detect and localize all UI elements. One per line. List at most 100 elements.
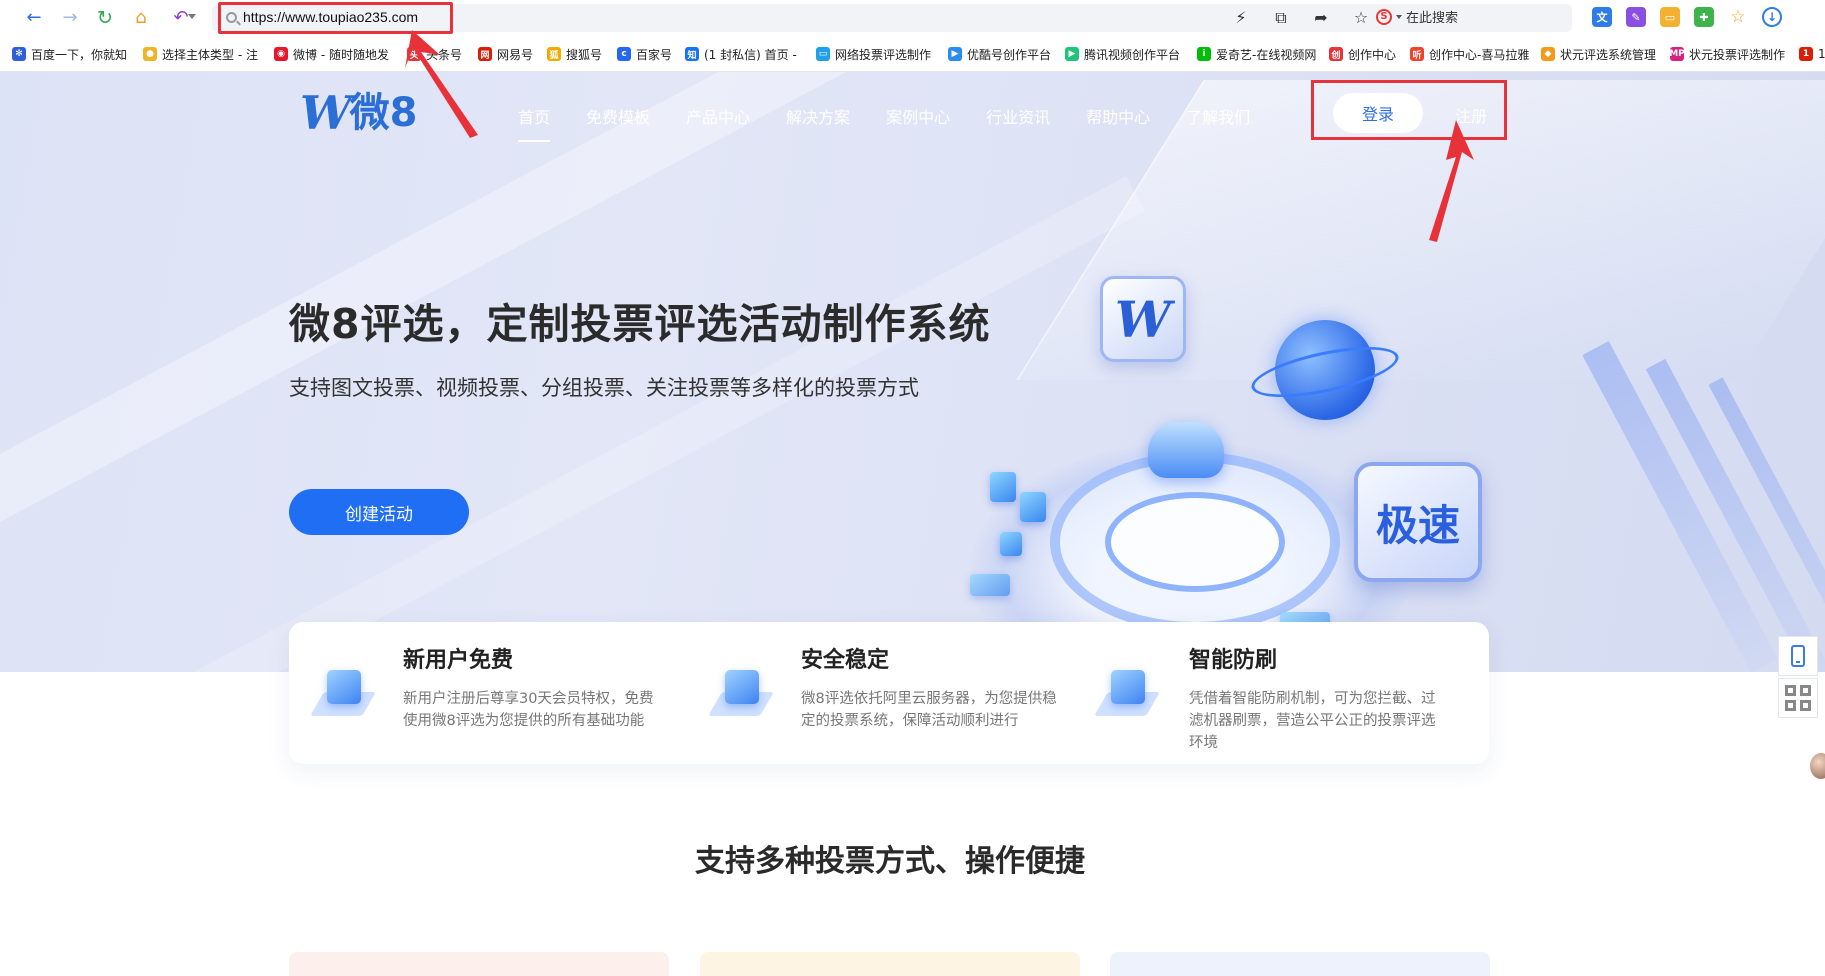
bookmark-item[interactable]: ▭ 网络投票评选制作 bbox=[816, 45, 931, 63]
bookmark-item[interactable]: ● 选择主体类型 - 注 bbox=[143, 45, 258, 63]
customer-service-avatar[interactable] bbox=[1808, 751, 1825, 781]
bookmark-item[interactable]: MP 状元投票评选制作 bbox=[1669, 45, 1786, 63]
platform-ring-inner bbox=[1105, 492, 1285, 592]
bookmark-label: 网易号 bbox=[497, 47, 534, 62]
browser-toolbar: ← → ↻ ⌂ ↶ https://www.toupiao235.com ⚡ ⧉… bbox=[0, 0, 1825, 36]
security-icon bbox=[708, 666, 774, 722]
download-icon[interactable]: ↓ bbox=[1762, 7, 1782, 27]
back-arrow-icon[interactable]: ← bbox=[22, 6, 46, 30]
feature-title: 安全稳定 bbox=[801, 648, 890, 673]
bookmark-favicon-icon: ▶ bbox=[948, 47, 962, 61]
main-nav: 首页 免费模板 产品中心 解决方案 案例中心 行业资讯 帮助中心 了解我们 bbox=[500, 104, 1268, 142]
nav-about[interactable]: 了解我们 bbox=[1168, 104, 1268, 128]
site-logo[interactable]: W 微8 bbox=[300, 90, 418, 136]
bookmark-item[interactable]: 狐搜狐号 bbox=[547, 45, 602, 63]
bookmark-item[interactable]: 知 (1 封私信) 首页 - bbox=[685, 45, 797, 63]
nav-solutions[interactable]: 解决方案 bbox=[768, 104, 868, 128]
feature-item: 安全稳定 微8评选依托阿里云服务器，为您提供稳定的投票系统，保障活动顺利进行 bbox=[708, 622, 1091, 764]
bookmark-favicon-icon: 狐 bbox=[547, 47, 561, 61]
bookmark-favicon-icon: i bbox=[1197, 47, 1211, 61]
folder-extension-icon[interactable]: ▭ bbox=[1660, 7, 1680, 27]
nav-home[interactable]: 首页 bbox=[500, 104, 568, 142]
data-block-icon bbox=[970, 574, 1010, 596]
features-card: 新用户免费 新用户注册后尊享30天会员特权，免费使用微8评选为您提供的所有基础功… bbox=[289, 622, 1489, 764]
bookmark-favicon-icon: ● bbox=[143, 47, 157, 61]
server-block-icon bbox=[1020, 492, 1046, 522]
bookmark-label: 状元评选系统管理 bbox=[1560, 47, 1657, 62]
mobile-phone-widget[interactable] bbox=[1778, 636, 1818, 676]
bookmark-favicon-icon: ◆ bbox=[1541, 47, 1555, 61]
nav-cases[interactable]: 案例中心 bbox=[868, 104, 968, 128]
home-icon[interactable]: ⌂ bbox=[129, 6, 153, 30]
bookmark-item[interactable]: 网网易号 bbox=[478, 45, 533, 63]
feature-description: 新用户注册后尊享30天会员特权，免费使用微8评选为您提供的所有基础功能 bbox=[403, 691, 654, 729]
puzzle-extension-icon[interactable]: ✚ bbox=[1694, 7, 1714, 27]
bookmark-item[interactable]: ◉ 微博 - 随时随地发 bbox=[274, 45, 389, 63]
nav-industry-news[interactable]: 行业资讯 bbox=[968, 104, 1068, 128]
search-engine-caret-icon[interactable] bbox=[1396, 14, 1402, 19]
bookmark-label: 创作中心-喜马拉雅 bbox=[1429, 47, 1530, 62]
bookmark-favicon-icon: 头 bbox=[407, 47, 421, 61]
bookmark-item[interactable]: ◆ 状元评选系统管理 bbox=[1541, 45, 1656, 63]
create-activity-button[interactable]: 创建活动 bbox=[289, 489, 469, 535]
bookmark-item[interactable]: ▶ 腾讯视频创作平台 bbox=[1065, 45, 1180, 63]
reload-icon[interactable]: ↻ bbox=[93, 6, 117, 30]
bookmark-item[interactable]: i 爱奇艺-在线视频网 bbox=[1197, 45, 1316, 63]
bookmark-label: 1. bbox=[1818, 47, 1825, 61]
section-title: 支持多种投票方式、操作便捷 bbox=[695, 844, 1085, 879]
nav-help[interactable]: 帮助中心 bbox=[1068, 104, 1168, 128]
nav-free-templates[interactable]: 免费模板 bbox=[568, 104, 668, 128]
qr-code-icon bbox=[1785, 685, 1811, 711]
voting-type-card[interactable] bbox=[700, 952, 1080, 976]
logo-text: 微8 bbox=[349, 90, 418, 136]
nav-products[interactable]: 产品中心 bbox=[668, 104, 768, 128]
feature-title: 智能防刷 bbox=[1189, 648, 1278, 673]
feature-description: 凭借着智能防刷机制，可为您拦截、过滤机器刷票，营造公平公正的投票评选环境 bbox=[1189, 691, 1436, 751]
star-bookmark-icon[interactable]: ☆ bbox=[1350, 8, 1372, 28]
bookmark-label: 爱奇艺-在线视频网 bbox=[1216, 47, 1317, 62]
search-engine-box[interactable]: S 在此搜索 bbox=[1376, 7, 1458, 26]
anti-fraud-icon bbox=[1094, 666, 1160, 722]
forward-arrow-icon[interactable]: → bbox=[58, 6, 82, 30]
bookmark-label: 创作中心 bbox=[1348, 47, 1397, 62]
bookmark-favicon-icon: 听 bbox=[1410, 47, 1424, 61]
favorites-star-icon[interactable]: ☆ bbox=[1728, 7, 1748, 27]
bookmark-label: 网络投票评选制作 bbox=[835, 47, 932, 62]
feature-description: 微8评选依托阿里云服务器，为您提供稳定的投票系统，保障活动顺利进行 bbox=[801, 691, 1057, 729]
bookmark-label: 百度一下，你就知 bbox=[31, 47, 128, 62]
bookmark-favicon-icon: ◉ bbox=[274, 47, 288, 61]
edit-extension-icon[interactable]: ✎ bbox=[1626, 7, 1646, 27]
address-bar-actions: ⚡ ⧉ ➦ ☆ bbox=[1230, 8, 1372, 28]
bookmark-label: 选择主体类型 - 注 bbox=[162, 47, 258, 62]
bookmark-item[interactable]: 创创作中心 bbox=[1329, 45, 1396, 63]
hero-banner: W 微8 首页 免费模板 产品中心 解决方案 案例中心 行业资讯 帮助中心 了解… bbox=[0, 72, 1825, 672]
share-icon[interactable]: ➦ bbox=[1310, 8, 1332, 28]
lightning-icon[interactable]: ⚡ bbox=[1230, 8, 1252, 28]
voting-type-card[interactable] bbox=[289, 952, 669, 976]
search-engine-logo-icon[interactable]: S bbox=[1376, 8, 1392, 25]
bookmark-label: 状元投票评选制作 bbox=[1689, 47, 1786, 62]
bookmark-favicon-icon: 网 bbox=[478, 47, 492, 61]
bookmark-item[interactable]: ✻ 百度一下，你就知 bbox=[12, 45, 127, 63]
voting-type-card[interactable] bbox=[1110, 952, 1490, 976]
bookmark-item[interactable]: 头头条号 bbox=[407, 45, 462, 63]
feature-title: 新用户免费 bbox=[403, 648, 514, 673]
screenshot-icon[interactable]: ⧉ bbox=[1270, 8, 1292, 28]
hero-illustration: W 极速 bbox=[880, 192, 1600, 672]
search-placeholder[interactable]: 在此搜索 bbox=[1406, 7, 1458, 26]
phone-icon bbox=[1791, 645, 1805, 667]
bookmark-item[interactable]: ▶ 优酷号创作平台 bbox=[948, 45, 1051, 63]
qr-code-widget[interactable] bbox=[1778, 678, 1818, 718]
translate-extension-icon[interactable]: 文 bbox=[1592, 7, 1612, 27]
bookmark-item[interactable]: 1 1. bbox=[1799, 45, 1825, 63]
bookmark-label: 百家号 bbox=[636, 47, 673, 62]
w-badge-icon: W bbox=[1100, 276, 1186, 362]
undo-dropdown-caret-icon[interactable] bbox=[188, 14, 196, 19]
hero-subtitle: 支持图文投票、视频投票、分组投票、关注投票等多样化的投票方式 bbox=[289, 376, 919, 400]
auth-annotation-box bbox=[1311, 80, 1507, 140]
bookmark-item[interactable]: c 百家号 bbox=[617, 45, 672, 63]
bookmark-favicon-icon: ▶ bbox=[1065, 47, 1079, 61]
feature-item: 智能防刷 凭借着智能防刷机制，可为您拦截、过滤机器刷票，营造公平公正的投票评选环… bbox=[1094, 622, 1477, 764]
logo-w-mark: W bbox=[300, 86, 352, 140]
bookmark-item[interactable]: 听创作中心-喜马拉雅 bbox=[1410, 45, 1529, 63]
